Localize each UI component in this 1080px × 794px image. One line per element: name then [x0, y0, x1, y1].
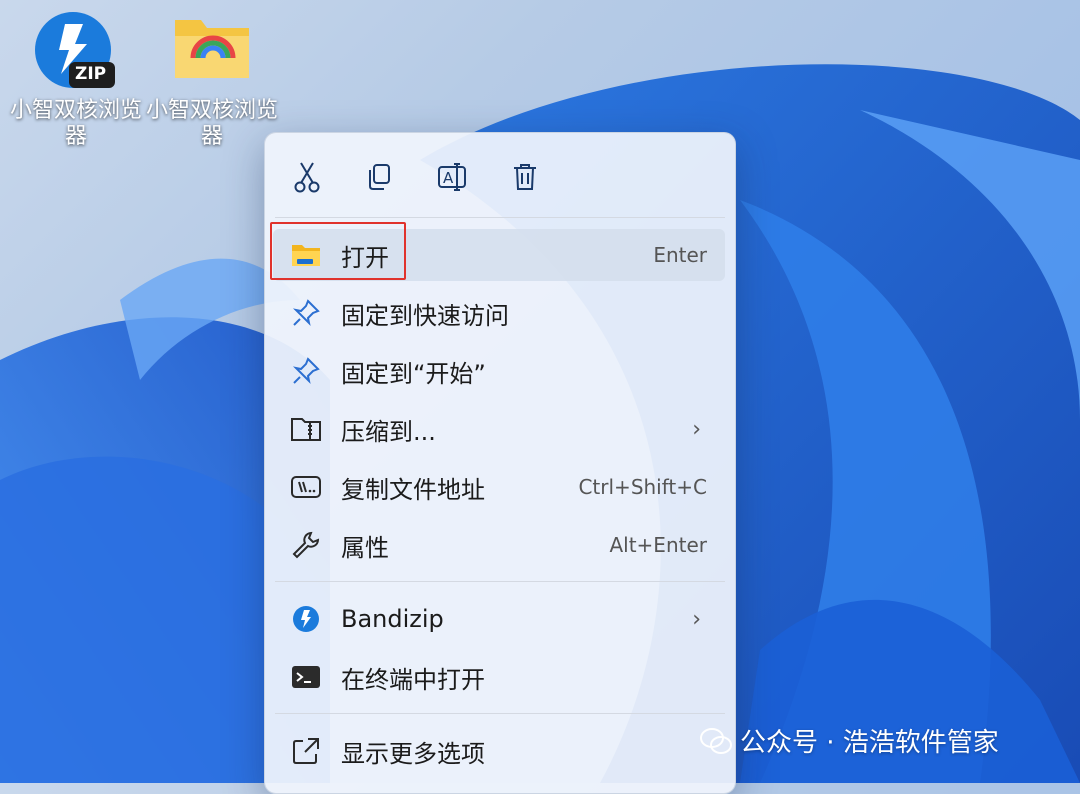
highlight-box [270, 222, 406, 280]
rename-button[interactable]: A [431, 155, 475, 199]
delete-button[interactable] [503, 155, 547, 199]
wechat-icon [700, 727, 732, 754]
svg-text:A: A [443, 169, 454, 187]
desktop-icon-zip[interactable]: ZIP 小智双核浏览器 [6, 10, 146, 150]
trash-icon [514, 164, 536, 190]
zip-folder-icon [291, 418, 321, 441]
menu-item-open-terminal[interactable]: 在终端中打开 [273, 651, 725, 703]
scissors-icon [294, 162, 320, 193]
folder-rainbow-icon [175, 20, 249, 78]
copy-icon [369, 164, 390, 190]
menu-separator [275, 217, 725, 218]
desktop-icon-label: 小智双核浏览器 [145, 98, 278, 149]
menu-item-bandizip[interactable]: Bandizip › [273, 593, 725, 645]
menu-separator [275, 581, 725, 582]
menu-item-shortcut: Enter [653, 243, 707, 267]
menu-item-label: 属性 [341, 533, 389, 562]
copy-button[interactable] [357, 155, 401, 199]
menu-separator [275, 713, 725, 714]
menu-item-label: 压缩到... [341, 417, 436, 446]
bandizip-icon [293, 606, 319, 632]
menu-item-copy-path[interactable]: 复制文件地址 Ctrl+Shift+C [273, 461, 725, 513]
menu-item-shortcut: Alt+Enter [609, 533, 707, 557]
chevron-right-icon: › [692, 606, 701, 632]
watermark: 公众号 · 浩浩软件管家 [700, 722, 999, 759]
desktop-icon-label: 小智双核浏览器 [9, 98, 142, 149]
chevron-right-icon: › [692, 416, 701, 442]
menu-item-show-more-options[interactable]: 显示更多选项 [273, 725, 725, 777]
context-menu-toolbar: A [265, 133, 735, 215]
desktop-icon-folder[interactable]: 小智双核浏览器 [142, 10, 282, 150]
menu-item-pin-quick-access[interactable]: 固定到快速访问 [273, 287, 725, 339]
wrench-icon [292, 531, 320, 559]
menu-item-pin-start[interactable]: 固定到“开始” [273, 345, 725, 397]
rename-icon: A [438, 163, 466, 191]
terminal-icon [292, 666, 320, 688]
menu-item-properties[interactable]: 属性 Alt+Enter [273, 519, 725, 571]
watermark-text: 公众号 · 浩浩软件管家 [740, 728, 999, 758]
menu-item-label: 在终端中打开 [341, 665, 485, 694]
path-icon [291, 476, 321, 498]
menu-item-label: 显示更多选项 [341, 739, 485, 768]
menu-item-label: 固定到快速访问 [341, 301, 509, 330]
menu-item-compress-to[interactable]: 压缩到... › [273, 403, 725, 455]
more-options-icon [293, 738, 319, 764]
cut-button[interactable] [285, 155, 329, 199]
pin-icon [292, 357, 320, 385]
menu-item-label: 复制文件地址 [341, 475, 485, 504]
menu-item-label: 固定到“开始” [341, 359, 486, 388]
pin-icon [292, 299, 320, 327]
menu-item-label: Bandizip [341, 605, 444, 633]
zip-badge: ZIP [75, 64, 107, 84]
menu-item-shortcut: Ctrl+Shift+C [578, 475, 707, 499]
